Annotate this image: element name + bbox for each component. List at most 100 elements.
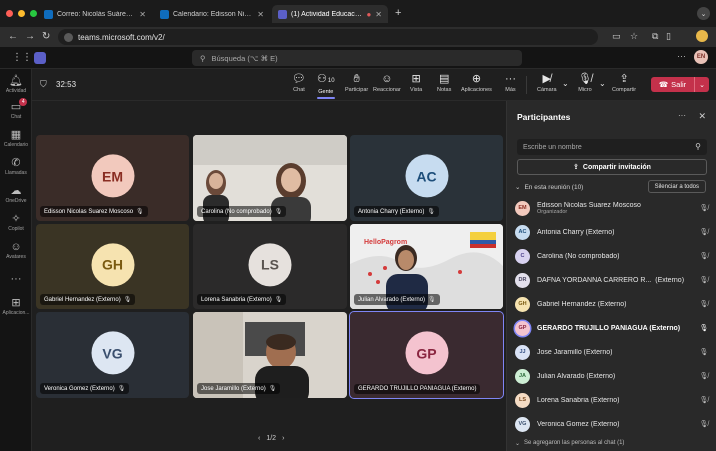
reload-icon[interactable]: ↻ [42, 31, 50, 42]
participant-row-speaking[interactable]: GP GERARDO TRUJILLO PANIAGUA (Externo) 🎙… [515, 317, 709, 339]
participant-avatar: EM [91, 154, 134, 198]
rail-item-activity[interactable]: 🔔︎ Actividad [0, 75, 32, 94]
chevron-left-icon[interactable]: ‹ [258, 435, 260, 442]
toolbar-share-button[interactable]: ⇪ Compartir [612, 73, 636, 93]
toolbar-more-button[interactable]: ··· Más [505, 73, 516, 93]
share-invite-button[interactable]: ⇪ Compartir invitación [517, 159, 707, 175]
video-tile[interactable]: Carolina (No comprobado) 🎙︎ [193, 135, 347, 221]
toolbar-chat-button[interactable]: 💬︎ Chat [292, 73, 306, 93]
toolbar-label: Participar [345, 87, 369, 93]
more-options-icon[interactable]: ··· [678, 111, 686, 120]
cast-icon[interactable]: ▭ [612, 31, 621, 42]
more-options-icon[interactable]: ··· [677, 51, 686, 61]
toolbar-mic-button[interactable]: 🎙︎̸ Micro [578, 73, 592, 93]
participant-avatar: AC [515, 224, 530, 240]
search-input[interactable]: ⚲ Búsqueda (⌥ ⌘ E) [192, 50, 522, 66]
participant-row[interactable]: JA Julian Alvarado (Externo) 🎙︎̸ [515, 365, 709, 387]
search-icon: ⚲ [695, 142, 701, 151]
rail-item-calls[interactable]: ✆ Llamadas [0, 157, 32, 176]
participant-role: Organizador [537, 208, 568, 215]
back-icon[interactable]: ← [8, 31, 18, 42]
new-tab-button[interactable]: + [395, 7, 401, 19]
participant-row[interactable]: JJ Jose Jaramillo (Externo) 🎙︎ [515, 341, 709, 363]
bell-icon: 🔔︎ [9, 75, 23, 87]
phone-icon: ✆ [11, 157, 21, 169]
toolbar-view-button[interactable]: ⊞ Vista [410, 73, 422, 93]
video-tile[interactable]: GH Gabriel Hernandez (Externo) 🎙︎ [36, 224, 189, 309]
recording-dot-icon: ● [366, 9, 372, 19]
toolbar-notes-button[interactable]: ▤ Notas [437, 73, 451, 93]
participant-avatar: VG [91, 331, 134, 375]
rail-item-calendar[interactable]: ▦ Calendario [0, 129, 32, 148]
close-tab-icon[interactable]: ✕ [257, 10, 264, 19]
url-field[interactable]: teams.microsoft.com/v2/ [58, 29, 598, 45]
toolbar-apps-button[interactable]: ⊕ Aplicaciones [461, 73, 492, 93]
mic-options-chevron-icon[interactable]: ⌄ [599, 79, 606, 88]
minimize-window-button[interactable] [18, 10, 25, 17]
in-meeting-section-header[interactable]: ⌄ En esta reunión (10) [515, 183, 583, 192]
video-tile[interactable]: Jose Jaramillo (Externo) 🎙︎ [193, 312, 347, 398]
toolbar-label: Gente [318, 89, 334, 95]
participant-avatar: JJ [515, 344, 530, 360]
browser-tab-mail[interactable]: Correo: Nicolás Suárez - Outl ✕ [38, 5, 152, 23]
app-launcher-icon[interactable]: ⋮⋮ [12, 52, 32, 63]
apps-icon: ⊞ [11, 297, 21, 309]
chevron-down-icon[interactable]: ⌄ [697, 7, 710, 20]
bookmark-star-icon[interactable]: ☆ [630, 31, 638, 42]
participant-row[interactable]: C Carolina (No comprobado) 🎙︎̸ [515, 245, 709, 267]
maximize-window-button[interactable] [30, 10, 37, 17]
added-to-chat-section[interactable]: ⌄ Se agregaron las personas al chat (1) [515, 440, 624, 447]
video-tile[interactable]: LS Lorena Sanabria (Externo) 🎙︎ [193, 224, 347, 309]
tile-name: Julian Alvarado (Externo) [358, 296, 426, 303]
user-avatar[interactable]: EN [694, 50, 708, 64]
toolbar-react-button[interactable]: ☺ Reaccionar [373, 73, 401, 93]
participant-name: DAFNA YORDANNA CARRERO R... [537, 276, 652, 284]
video-tile-active-speaker[interactable]: GP GERARDO TRUJILLO PANIAGUA (Externo) [349, 311, 504, 399]
sidebar-icon[interactable]: ▯ [666, 31, 671, 42]
participant-row[interactable]: DR DAFNA YORDANNA CARRERO R... (Externo) … [515, 269, 709, 291]
rail-item-onedrive[interactable]: ☁ OneDrive [0, 185, 32, 204]
leave-main[interactable]: ☎ Salir [651, 77, 695, 92]
site-info-icon[interactable] [64, 32, 73, 42]
rail-item-chat[interactable]: ▭ 4 Chat [0, 98, 32, 120]
close-tab-icon[interactable]: ✕ [139, 10, 146, 19]
video-tile[interactable]: HelloPagrom Julian Alvarado (Externo) 🎙︎ [350, 224, 503, 309]
rail-item-apps[interactable]: ⊞ Aplicacion... [0, 297, 32, 316]
chevron-down-icon[interactable]: ⌄ [695, 81, 709, 89]
rail-item-more[interactable]: ··· [0, 273, 32, 285]
participant-row[interactable]: EM Edisson Nicolas Suarez Moscoso Organiz… [515, 197, 709, 219]
tile-name-label: Veronica Gomez (Externo) 🎙︎ [40, 383, 130, 394]
browser-tab-teams[interactable]: (1) Actividad Educación A ● ✕ [272, 5, 388, 23]
toolbar-camera-button[interactable]: ▶︎̸ Cámara [537, 73, 557, 93]
close-window-button[interactable] [6, 10, 13, 17]
participant-row[interactable]: GH Gabriel Hernandez (Externo) 🎙︎̸ [515, 293, 709, 315]
outlook-icon [44, 9, 53, 19]
browser-tab-calendar[interactable]: Calendario: Edisson Nicolas S ✕ [154, 5, 270, 23]
forward-icon[interactable]: → [25, 31, 35, 42]
participant-row[interactable]: LS Lorena Sanabria (Externo) 🎙︎̸ [515, 389, 709, 411]
rail-label: Llamadas [5, 170, 27, 176]
leave-button[interactable]: ☎ Salir ⌄ [651, 77, 709, 92]
close-icon[interactable]: ✕ [698, 111, 706, 122]
camera-options-chevron-icon[interactable]: ⌄ [562, 79, 569, 88]
video-tile[interactable]: EM Edisson Nicolas Suarez Moscoso 🎙︎ [36, 135, 189, 221]
close-tab-icon[interactable]: ✕ [375, 10, 382, 19]
participant-avatar: C [515, 248, 530, 264]
extensions-icon[interactable]: ⧉ [652, 31, 658, 42]
mute-all-button[interactable]: Silenciar a todos [647, 180, 706, 193]
rail-item-avatars[interactable]: ☺ Avatares [0, 241, 32, 260]
video-tile[interactable]: VG Veronica Gomez (Externo) 🎙︎ [36, 312, 189, 398]
participant-name: Jose Jaramillo (Externo) [537, 348, 613, 356]
video-tile[interactable]: AC Antonia Charry (Externo) 🎙︎ [350, 135, 503, 221]
participant-search-input[interactable]: Escribe un nombre ⚲ [517, 139, 707, 155]
toolbar-divider [526, 76, 527, 94]
rail-item-copilot[interactable]: ✧ Copilot [0, 213, 32, 232]
participant-row[interactable]: VG Veronica Gomez (Externo) 🎙︎̸ [515, 413, 709, 435]
chevron-right-icon[interactable]: › [282, 435, 284, 442]
browser-profile-avatar[interactable] [696, 30, 708, 42]
chat-icon: 💬︎ [292, 73, 306, 85]
toolbar-raise-hand-button[interactable]: ✋︎ Participar [345, 73, 368, 93]
toolbar-people-button[interactable]: ⚇10 Gente [317, 73, 335, 99]
participant-row[interactable]: AC Antonia Charry (Externo) 🎙︎̸ [515, 221, 709, 243]
left-rail: 🔔︎ Actividad ▭ 4 Chat ▦ Calendario ✆ Llam… [0, 69, 32, 451]
